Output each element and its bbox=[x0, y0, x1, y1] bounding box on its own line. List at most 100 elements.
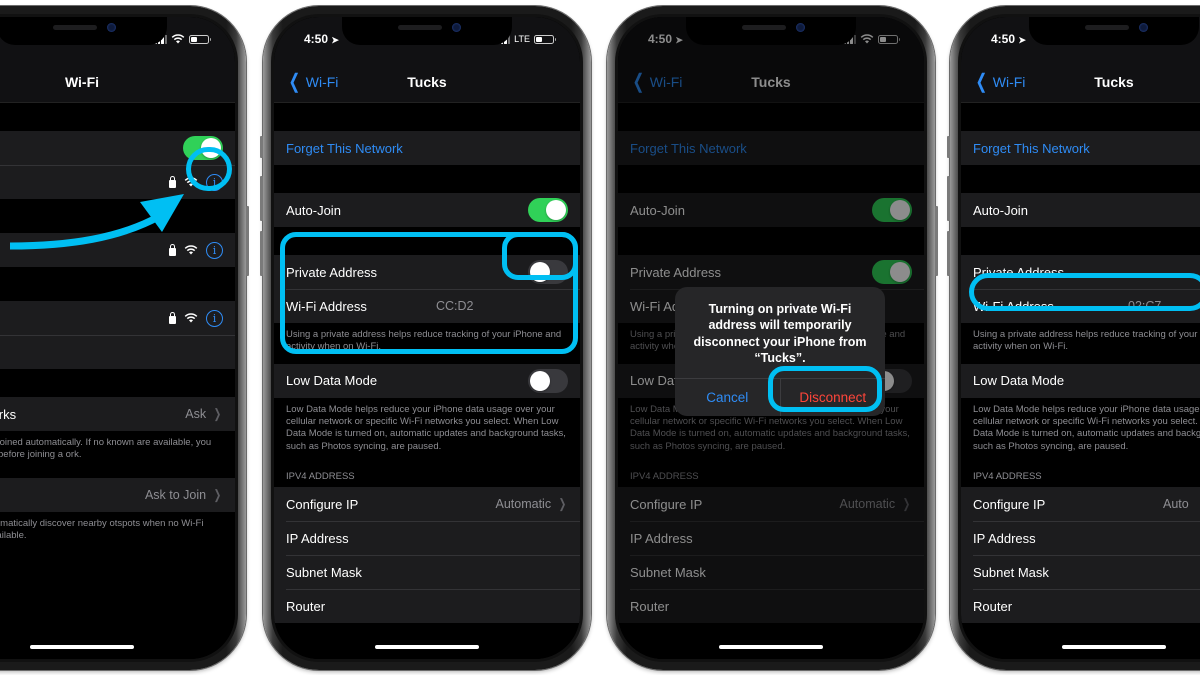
row-value: Ask bbox=[185, 407, 207, 421]
auto-join-hotspot-row[interactable]: in Hotspot Ask to Join ❯ bbox=[0, 478, 235, 512]
network-row[interactable]: i bbox=[0, 233, 235, 267]
low-data-mode-row: Low Data Mode bbox=[961, 364, 1200, 398]
router-row: Router bbox=[961, 589, 1200, 623]
chevron-left-icon: ❮ bbox=[975, 71, 988, 93]
network-row[interactable]: GEAR84 i bbox=[0, 301, 235, 335]
row-label: Subnet Mask bbox=[973, 564, 1049, 580]
back-button[interactable]: ❮ Wi-Fi bbox=[286, 61, 339, 103]
wifi-icon bbox=[184, 313, 198, 323]
side-button bbox=[260, 231, 263, 276]
low-data-note: Low Data Mode helps reduce your iPhone d… bbox=[286, 403, 566, 452]
forget-network-label: Forget This Network bbox=[973, 140, 1090, 156]
section-header: IPV4 ADDRESS bbox=[973, 471, 1042, 483]
status-time: 4:50 bbox=[304, 32, 329, 46]
ask-to-join-note: works will be joined automatically. If n… bbox=[0, 437, 212, 461]
row-label: Private Address bbox=[286, 264, 378, 280]
row-label: Auto-Join bbox=[286, 202, 341, 218]
lock-icon bbox=[169, 243, 176, 256]
forget-network-button[interactable]: Forget This Network bbox=[961, 131, 1200, 165]
row-label: in Hotspot bbox=[0, 487, 145, 502]
phone-4-private-address-on: 4:50 ➤ ❮ Wi-Fi Tucks Forget This Network … bbox=[947, 6, 1200, 670]
auto-join-row: Auto-Join bbox=[961, 193, 1200, 227]
private-address-toggle[interactable] bbox=[528, 260, 568, 284]
notch bbox=[0, 17, 167, 45]
configure-ip-row[interactable]: Configure IP Automatic ❯ bbox=[274, 487, 580, 521]
phone-1-screen: gs Wi-Fi i s i bbox=[0, 14, 238, 662]
private-address-note: Using a private address helps reduce tra… bbox=[286, 329, 562, 353]
alert-message: Turning on private Wi-Fi address will te… bbox=[693, 302, 867, 365]
page-title: Tucks bbox=[1094, 73, 1134, 90]
chevron-right-icon: ❯ bbox=[213, 406, 222, 421]
ask-to-join-row[interactable]: oin Networks Ask ❯ bbox=[0, 397, 235, 431]
page-title: Wi-Fi bbox=[64, 73, 100, 90]
disconnect-button[interactable]: Disconnect bbox=[779, 379, 886, 416]
network-name: r... bbox=[0, 345, 223, 360]
notch bbox=[686, 17, 856, 45]
carrier-label: LTE bbox=[514, 34, 530, 44]
nav-bar: ❮ Wi-Fi Tucks bbox=[274, 61, 580, 103]
connected-network-row[interactable]: s i bbox=[0, 165, 235, 199]
wifi-icon bbox=[184, 177, 198, 187]
row-label: oin Networks bbox=[0, 406, 17, 422]
row-label: Wi-Fi Address bbox=[286, 298, 367, 314]
location-arrow-icon: ➤ bbox=[1018, 35, 1026, 45]
location-arrow-icon: ➤ bbox=[331, 35, 339, 45]
row-label: Router bbox=[286, 598, 326, 614]
phone-2-screen: 4:50 ➤ LTE ❮ Wi-Fi Tucks Forget This Netw… bbox=[271, 14, 583, 662]
private-address-row: Private Address bbox=[274, 255, 580, 289]
wifi-icon bbox=[184, 245, 198, 255]
forget-network-button[interactable]: Forget This Network bbox=[274, 131, 580, 165]
battery-icon bbox=[534, 34, 556, 44]
row-label: Private Address bbox=[973, 264, 1065, 280]
back-button[interactable]: ❮ Wi-Fi bbox=[973, 61, 1026, 103]
auto-join-row: Auto-Join bbox=[274, 193, 580, 227]
side-button bbox=[947, 231, 950, 276]
side-button bbox=[260, 136, 263, 158]
side-button bbox=[935, 206, 938, 276]
row-label: Auto-Join bbox=[973, 202, 1028, 218]
info-icon[interactable]: i bbox=[206, 241, 223, 259]
nav-bar: gs Wi-Fi bbox=[0, 61, 235, 103]
side-button bbox=[947, 176, 950, 221]
private-address-note: Using a private address helps reduce tra… bbox=[973, 329, 1200, 353]
router-row: Router bbox=[274, 589, 580, 623]
row-label: Configure IP bbox=[973, 496, 1046, 512]
lock-icon bbox=[169, 175, 176, 188]
side-button bbox=[947, 136, 950, 158]
info-icon[interactable]: i bbox=[206, 173, 223, 191]
back-label: Wi-Fi bbox=[992, 74, 1026, 90]
configure-ip-row[interactable]: Configure IP Auto bbox=[961, 487, 1200, 521]
side-button bbox=[260, 176, 263, 221]
phone-3-screen: 4:50 ➤ ❮ Wi-Fi Tucks Forget This Network … bbox=[615, 14, 927, 662]
wifi-toggle[interactable] bbox=[183, 136, 223, 160]
ip-address-row: IP Address bbox=[274, 521, 580, 555]
nav-bar: ❮ Wi-Fi Tucks bbox=[961, 61, 1200, 103]
status-time: 4:50 bbox=[991, 32, 1016, 46]
wifi-toggle-row: i bbox=[0, 131, 235, 165]
cancel-button[interactable]: Cancel bbox=[675, 379, 780, 416]
row-label: Subnet Mask bbox=[286, 564, 362, 580]
row-label: IP Address bbox=[286, 530, 349, 546]
row-value: Auto bbox=[1163, 497, 1189, 512]
wifi-label: i bbox=[0, 141, 183, 156]
section-header: ORKS bbox=[0, 199, 235, 233]
other-network-row[interactable]: r... bbox=[0, 335, 235, 369]
home-indicator[interactable] bbox=[375, 645, 479, 649]
home-indicator[interactable] bbox=[1062, 645, 1166, 649]
chevron-right-icon: ❯ bbox=[558, 496, 567, 512]
home-indicator[interactable] bbox=[719, 645, 823, 649]
wifi-address-value: 02:C7 bbox=[1128, 299, 1162, 313]
phone-1-wifi-list: gs Wi-Fi i s i bbox=[0, 6, 249, 670]
row-label: Router bbox=[973, 598, 1013, 614]
auto-join-toggle[interactable] bbox=[528, 198, 568, 222]
low-data-note: Low Data Mode helps reduce your iPhone d… bbox=[973, 403, 1200, 452]
ip-address-row: IP Address bbox=[961, 521, 1200, 555]
subnet-mask-row: Subnet Mask bbox=[961, 555, 1200, 589]
row-label: Low Data Mode bbox=[286, 373, 378, 389]
network-name: GEAR84 bbox=[0, 311, 169, 326]
low-data-mode-toggle[interactable] bbox=[528, 368, 568, 393]
home-indicator[interactable] bbox=[30, 645, 134, 649]
hotspot-note: device to automatically discover nearby … bbox=[0, 517, 204, 542]
info-icon[interactable]: i bbox=[206, 309, 223, 327]
notch bbox=[342, 17, 512, 45]
